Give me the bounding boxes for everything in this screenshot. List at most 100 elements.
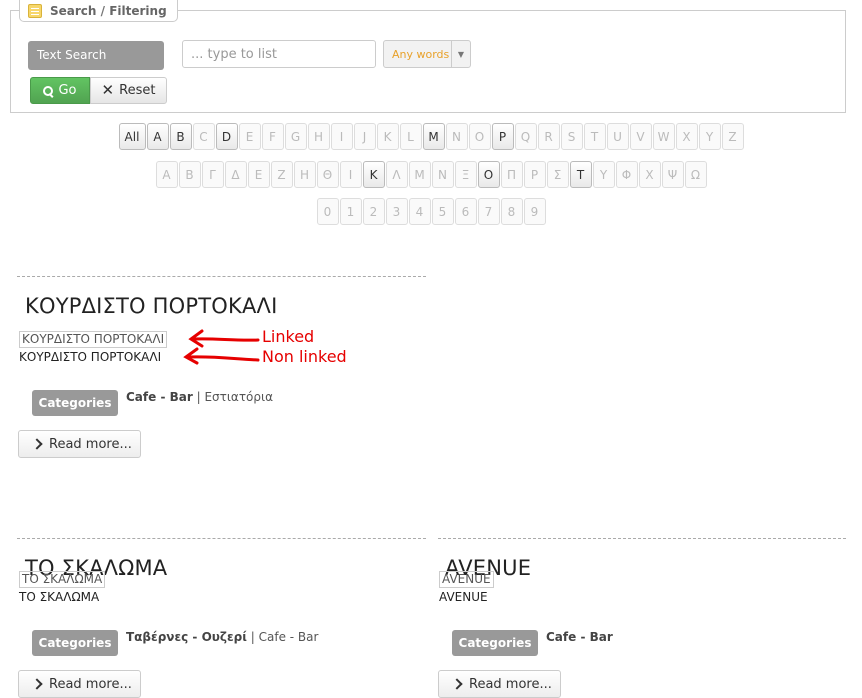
letter-filter-button: G: [284, 123, 307, 150]
alphabet-latin-row: All A B C D E F G H I J K L M N O P Q R S T U V W X Y Z: [0, 123, 862, 150]
read-more-button[interactable]: Read more...: [438, 670, 561, 698]
letter-filter-button: Ρ: [523, 161, 546, 188]
annotation-arrow-linked: [192, 337, 260, 342]
letter-filter-button: Γ: [201, 161, 224, 188]
letter-filter-button: L: [399, 123, 422, 150]
letter-filter-button: Β: [178, 161, 201, 188]
go-button-label: Go: [58, 83, 77, 98]
letter-filter-button: Ν: [431, 161, 454, 188]
letter-filter-button[interactable]: Κ: [362, 161, 385, 188]
letter-filter-button[interactable]: A: [146, 123, 169, 150]
item-linked-field[interactable]: ΤΟ ΣΚΑΛΩΜΑ: [19, 571, 106, 588]
search-filter-legend: Search / Filtering: [19, 0, 178, 22]
go-button[interactable]: Go: [30, 77, 90, 104]
category-link[interactable]: Εστιατόρια: [204, 390, 273, 404]
categories-label: Categories: [452, 630, 538, 656]
letter-filter-button: 1: [339, 198, 362, 225]
text-search-label: Text Search: [28, 41, 164, 70]
item-linked-field[interactable]: ΚΟΥΡΔΙΣΤΟ ΠΟΡΤΟΚΑΛΙ: [19, 331, 168, 348]
letter-filter-button: W: [652, 123, 675, 150]
item-divider: [17, 276, 426, 277]
annotation-arrow-nonlinked: [186, 355, 260, 362]
item-nonlinked-field: AVENUE: [439, 590, 488, 604]
letter-filter-button: Ξ: [454, 161, 477, 188]
letter-filter-button: Q: [514, 123, 537, 150]
letter-filter-button: 3: [385, 198, 408, 225]
category-link[interactable]: Cafe - Bar: [126, 390, 193, 404]
letter-filter-button: Υ: [592, 161, 615, 188]
letter-filter-button[interactable]: All: [118, 123, 146, 150]
letter-filter-button: 6: [454, 198, 477, 225]
annotation-linked: Linked: [262, 327, 315, 346]
categories-label: Categories: [32, 390, 118, 416]
letter-filter-button: Μ: [408, 161, 431, 188]
letter-filter-button: J: [353, 123, 376, 150]
letter-filter-button: E: [238, 123, 261, 150]
letter-filter-button: Η: [293, 161, 316, 188]
search-input[interactable]: [182, 40, 376, 68]
letter-filter-button: Ω: [684, 161, 707, 188]
search-mode-select[interactable]: Any words ▼: [383, 40, 471, 68]
item-linked-field[interactable]: AVENUE: [439, 571, 494, 588]
chevron-right-icon: [451, 678, 463, 690]
letter-filter-button: Ζ: [270, 161, 293, 188]
read-more-label: Read more...: [49, 676, 132, 692]
item-divider: [438, 538, 846, 539]
letter-filter-button: Χ: [638, 161, 661, 188]
read-more-label: Read more...: [469, 676, 552, 692]
read-more-button[interactable]: Read more...: [18, 430, 141, 458]
letter-filter-button: 5: [431, 198, 454, 225]
letter-filter-button[interactable]: Τ: [569, 161, 592, 188]
alphabet-digits-row: 0123456789: [0, 198, 862, 225]
letter-filter-button: I: [330, 123, 353, 150]
filter-list-icon: [28, 3, 42, 18]
letter-filter-button: Α: [155, 161, 178, 188]
letter-filter-button[interactable]: D: [215, 123, 238, 150]
letter-filter-button: 0: [316, 198, 339, 225]
letter-filter-button: Ε: [247, 161, 270, 188]
categories-label: Categories: [32, 630, 118, 656]
search-icon: [43, 85, 54, 96]
search-mode-value: Any words: [392, 47, 450, 61]
category-link[interactable]: Ταβέρνες - Ουζερί: [126, 630, 247, 644]
letter-filter-button: Ι: [339, 161, 362, 188]
item-nonlinked-field: ΤΟ ΣΚΑΛΩΜΑ: [19, 590, 100, 604]
category-link[interactable]: Cafe - Bar: [259, 630, 319, 644]
chevron-down-icon: ▼: [451, 41, 470, 67]
letter-filter-button: C: [192, 123, 215, 150]
letter-filter-button[interactable]: P: [491, 123, 514, 150]
letter-filter-button: F: [261, 123, 284, 150]
category-separator: |: [246, 630, 259, 644]
legend-separator: /: [96, 3, 110, 18]
letter-filter-button: Λ: [385, 161, 408, 188]
letter-filter-button: Φ: [615, 161, 638, 188]
category-link[interactable]: Cafe - Bar: [546, 630, 613, 644]
read-more-button[interactable]: Read more...: [18, 670, 141, 698]
letter-filter-button[interactable]: M: [422, 123, 445, 150]
item-nonlinked-field: ΚΟΥΡΔΙΣΤΟ ΠΟΡΤΟΚΑΛΙ: [19, 350, 162, 364]
category-separator: |: [192, 390, 205, 404]
reset-button[interactable]: ✕ Reset: [90, 77, 167, 104]
chevron-right-icon: [31, 438, 43, 450]
letter-filter-button: O: [468, 123, 491, 150]
letter-filter-button: N: [445, 123, 468, 150]
annotation-nonlinked: Non linked: [262, 347, 347, 366]
letter-filter-button: X: [675, 123, 698, 150]
letter-filter-button: 7: [477, 198, 500, 225]
letter-filter-button: Δ: [224, 161, 247, 188]
annotation-arrows: [183, 329, 260, 365]
legend-search: Search: [50, 3, 97, 18]
letter-filter-button: 2: [362, 198, 385, 225]
letter-filter-button[interactable]: B: [169, 123, 192, 150]
chevron-right-icon: [31, 678, 43, 690]
letter-filter-button: Y: [698, 123, 721, 150]
reset-button-label: Reset: [119, 83, 156, 98]
letter-filter-button: Θ: [316, 161, 339, 188]
legend-filtering: Filtering: [109, 3, 167, 18]
item-title[interactable]: ΚΟΥΡΔΙΣΤΟ ΠΟΡΤΟΚΑΛΙ: [25, 294, 278, 318]
letter-filter-button: R: [537, 123, 560, 150]
close-icon: ✕: [101, 81, 115, 99]
letter-filter-button: Ψ: [661, 161, 684, 188]
letter-filter-button: 4: [408, 198, 431, 225]
letter-filter-button[interactable]: Ο: [477, 161, 500, 188]
